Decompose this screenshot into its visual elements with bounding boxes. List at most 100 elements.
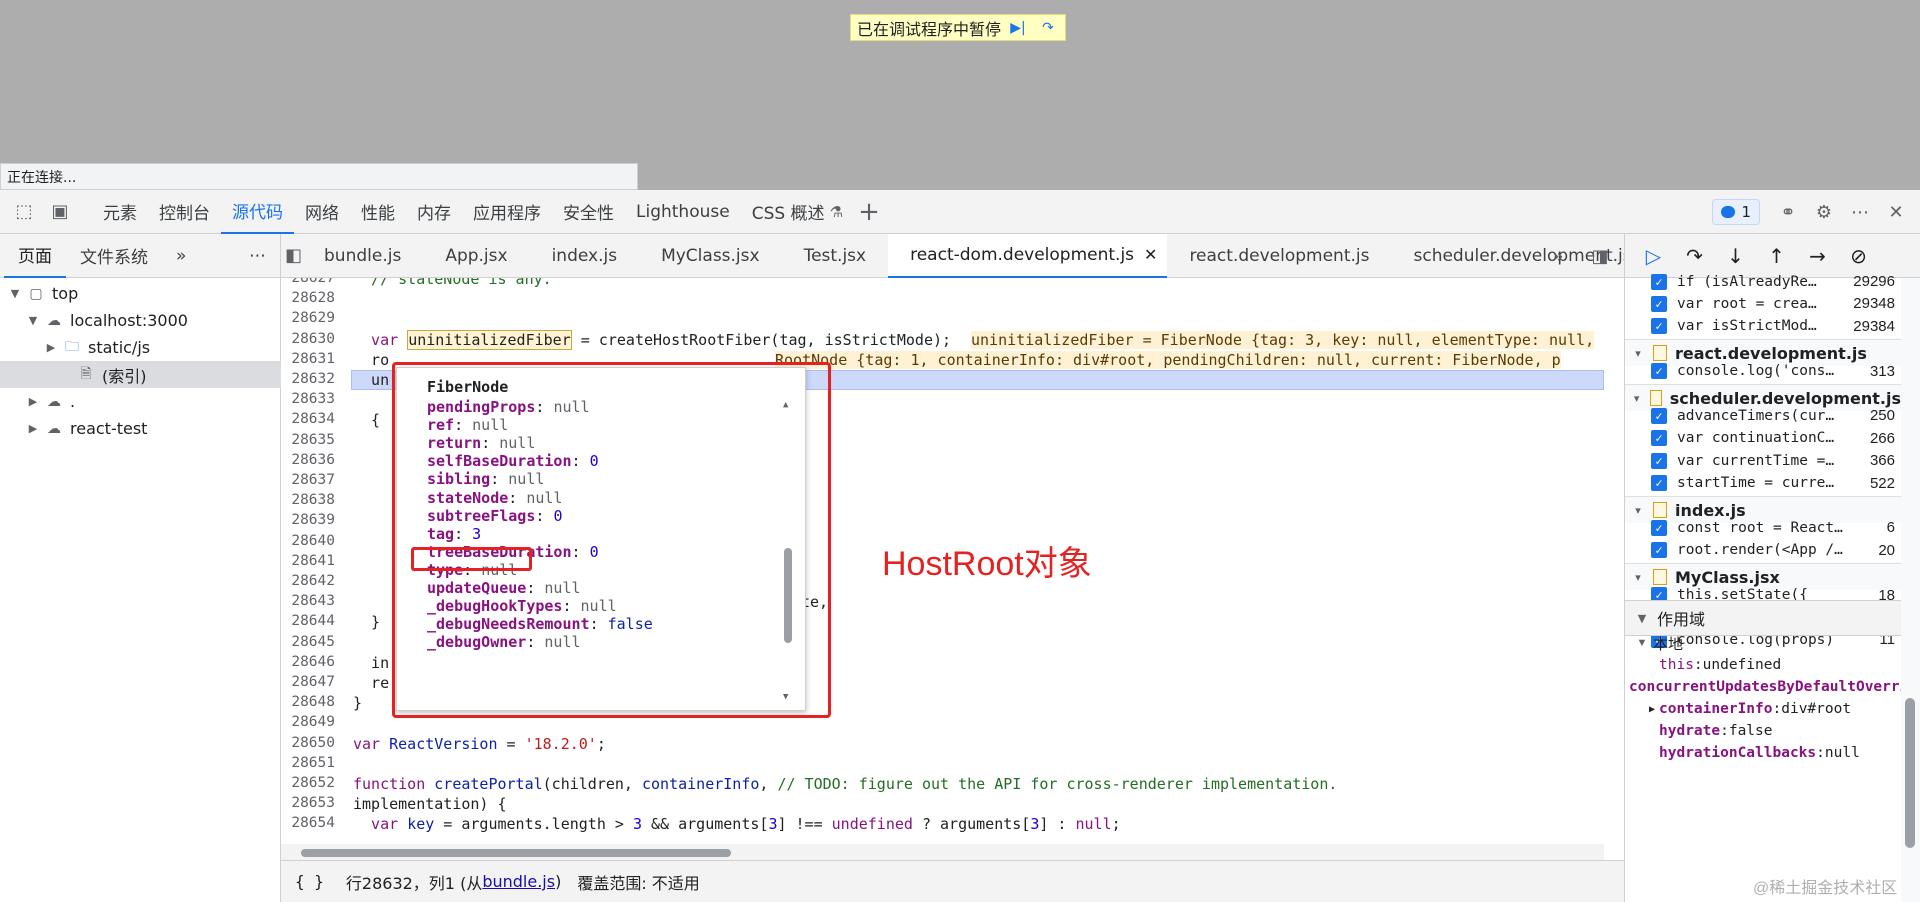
connect-device-icon[interactable]: ⚭ bbox=[1770, 194, 1806, 230]
line-number[interactable]: 28642 bbox=[281, 573, 343, 589]
main-tab-3[interactable]: 网络 bbox=[294, 190, 350, 234]
breakpoint-checkbox[interactable]: ✓ bbox=[1651, 407, 1667, 424]
line-number[interactable]: 28645 bbox=[281, 634, 343, 650]
inspect-element-icon[interactable]: ⬚ bbox=[6, 194, 42, 230]
main-tab-0[interactable]: 元素 bbox=[92, 190, 148, 234]
code-line: var key = arguments.length > 3 && argume… bbox=[353, 815, 1121, 833]
watermark: @稀土掘金技术社区 bbox=[1753, 880, 1898, 897]
line-number[interactable]: 28640 bbox=[281, 533, 343, 549]
file-tab-6[interactable]: react.development.js bbox=[1167, 234, 1391, 278]
breakpoint-row[interactable]: ✓ var isStrictMod… 29384 bbox=[1625, 313, 1901, 340]
line-number[interactable]: 28637 bbox=[281, 472, 343, 488]
more-options-icon[interactable]: ⋯ bbox=[1842, 194, 1878, 230]
main-tab-1[interactable]: 控制台 bbox=[148, 190, 221, 234]
breakpoint-checkbox[interactable]: ✓ bbox=[1651, 542, 1667, 559]
line-number[interactable]: 28629 bbox=[281, 310, 343, 326]
pretty-print-icon[interactable]: { } bbox=[295, 872, 324, 891]
line-number[interactable]: 28646 bbox=[281, 654, 343, 670]
file-tab-4[interactable]: Test.jsx bbox=[782, 234, 889, 278]
device-emulation-icon[interactable]: ▣ bbox=[42, 194, 78, 230]
settings-gear-icon[interactable]: ⚙ bbox=[1806, 194, 1842, 230]
file-tab-5[interactable]: react-dom.development.js ✕ bbox=[888, 233, 1168, 278]
file-tab-1[interactable]: App.jsx bbox=[423, 234, 529, 278]
scope-local-header[interactable]: ▼ 本地 bbox=[1625, 632, 1901, 654]
line-number[interactable]: 28628 bbox=[281, 290, 343, 306]
line-number[interactable]: 28652 bbox=[281, 775, 343, 791]
line-number[interactable]: 28644 bbox=[281, 613, 343, 629]
breakpoint-checkbox[interactable]: ✓ bbox=[1651, 295, 1667, 312]
issues-badge[interactable]: 1 bbox=[1712, 199, 1760, 225]
close-tab-icon[interactable]: ✕ bbox=[1144, 245, 1157, 264]
line-number[interactable]: 28636 bbox=[281, 452, 343, 468]
scroll-thumb[interactable] bbox=[301, 849, 731, 857]
breakpoint-checkbox[interactable]: ✓ bbox=[1651, 519, 1667, 536]
breakpoint-checkbox[interactable]: ✓ bbox=[1651, 363, 1667, 380]
main-tab-4[interactable]: 性能 bbox=[350, 190, 406, 234]
line-number[interactable]: 28651 bbox=[281, 755, 343, 771]
sidebar-scrollbar[interactable] bbox=[1901, 278, 1920, 902]
scope-variable[interactable]: ▶ containerInfo: div#root bbox=[1625, 698, 1901, 720]
more-tabs-icon[interactable]: » bbox=[162, 234, 200, 278]
tree-node-static-js[interactable]: ▶ 🗀 static/js bbox=[0, 334, 281, 361]
source-map-link[interactable]: bundle.js bbox=[482, 872, 555, 891]
line-number[interactable]: 28635 bbox=[281, 432, 343, 448]
file-tab-0[interactable]: bundle.js bbox=[302, 234, 423, 278]
line-number[interactable]: 28653 bbox=[281, 795, 343, 811]
tree-node-localhost[interactable]: ▼ ☁ localhost:3000 bbox=[0, 307, 281, 334]
line-number[interactable]: 28627 bbox=[281, 278, 343, 286]
line-number[interactable]: 28633 bbox=[281, 391, 343, 407]
line-number[interactable]: 28639 bbox=[281, 512, 343, 528]
line-number[interactable]: 28634 bbox=[281, 411, 343, 427]
navigator-menu-icon[interactable]: ⋯ bbox=[235, 234, 280, 278]
line-number[interactable]: 28648 bbox=[281, 694, 343, 710]
line-number[interactable]: 28643 bbox=[281, 593, 343, 609]
breakpoint-row[interactable]: ✓ console.log('cons… 313 bbox=[1625, 358, 1901, 385]
line-number[interactable]: 28650 bbox=[281, 735, 343, 751]
breakpoint-checkbox[interactable]: ✓ bbox=[1651, 430, 1667, 447]
scroll-thumb[interactable] bbox=[1905, 698, 1915, 848]
tree-node-react-test[interactable]: ▶ ☁ react-test bbox=[0, 415, 281, 442]
scope-variable[interactable]: this: undefined bbox=[1625, 654, 1901, 676]
toggle-debugger-icon[interactable]: ◨ bbox=[1582, 238, 1618, 274]
breakpoint-checkbox[interactable]: ✓ bbox=[1651, 318, 1667, 335]
line-number[interactable]: 28647 bbox=[281, 674, 343, 690]
breakpoint-checkbox[interactable]: ✓ bbox=[1651, 273, 1667, 290]
scope-variable[interactable]: hydrate: false bbox=[1625, 720, 1901, 742]
resume-icon[interactable]: ▶| bbox=[1005, 17, 1031, 39]
scope-colon: : bbox=[1772, 701, 1782, 717]
scope-section-header[interactable]: ▼ 作用域 bbox=[1625, 600, 1901, 636]
scope-variable[interactable]: hydrationCallbacks: null bbox=[1625, 742, 1901, 764]
line-number[interactable]: 28641 bbox=[281, 553, 343, 569]
main-tab-8[interactable]: Lighthouse bbox=[625, 190, 741, 234]
tree-node-top[interactable]: ▼ ▢ top bbox=[0, 280, 281, 307]
main-tab-6[interactable]: 应用程序 bbox=[462, 190, 552, 234]
breakpoint-checkbox[interactable]: ✓ bbox=[1651, 475, 1667, 492]
main-tab-2[interactable]: 源代码 bbox=[221, 190, 294, 234]
line-number[interactable]: 28638 bbox=[281, 492, 343, 508]
tree-node-dot[interactable]: ▶ ☁ . bbox=[0, 388, 281, 415]
main-tab-7[interactable]: 安全性 bbox=[552, 190, 625, 234]
tree-node-index[interactable]: 🗎 (索引) bbox=[0, 361, 281, 388]
breakpoint-checkbox[interactable]: ✓ bbox=[1651, 452, 1667, 469]
add-tab-icon[interactable]: + bbox=[851, 194, 887, 230]
breakpoint-row[interactable]: ✓ startTime = curre… 522 bbox=[1625, 470, 1901, 497]
tab-page[interactable]: 页面 bbox=[4, 234, 66, 278]
step-over-icon[interactable]: ↷ bbox=[1035, 17, 1061, 39]
line-number[interactable]: 28630 bbox=[281, 331, 343, 347]
toggle-navigator-icon[interactable]: ◧ bbox=[285, 238, 302, 274]
breakpoint-row[interactable]: ✓ root.render(<App /… 20 bbox=[1625, 537, 1901, 564]
file-tab-3[interactable]: MyClass.jsx bbox=[639, 234, 782, 278]
main-tab-5[interactable]: 内存 bbox=[406, 190, 462, 234]
scope-variable[interactable]: concurrentUpdatesByDefaultOverride bbox=[1625, 676, 1901, 698]
line-number[interactable]: 28649 bbox=[281, 714, 343, 730]
line-number[interactable]: 28632 bbox=[281, 371, 343, 387]
main-tab-9[interactable]: CSS 概述 bbox=[741, 190, 836, 234]
tab-filesystem[interactable]: 文件系统 bbox=[66, 234, 162, 278]
line-number[interactable]: 28654 bbox=[281, 815, 343, 831]
file-tab-2[interactable]: index.js bbox=[530, 234, 640, 278]
line-number[interactable]: 28631 bbox=[281, 351, 343, 367]
code-token: in bbox=[353, 653, 390, 672]
horizontal-scrollbar[interactable] bbox=[281, 844, 1604, 860]
close-devtools-icon[interactable]: ✕ bbox=[1878, 194, 1914, 230]
more-files-icon[interactable]: » bbox=[1540, 238, 1576, 274]
